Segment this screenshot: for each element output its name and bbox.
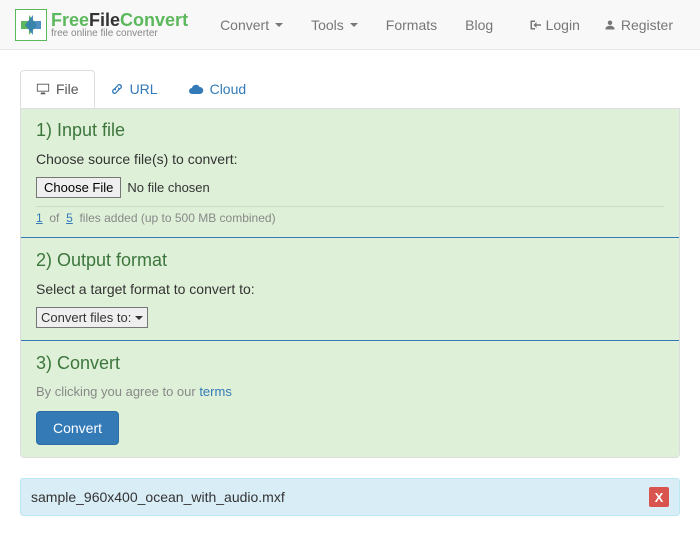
- no-file-label: No file chosen: [127, 180, 209, 195]
- navbar: FreeFileConvert free online file convert…: [0, 0, 700, 50]
- chevron-down-icon: [135, 314, 143, 322]
- file-input-row: Choose File No file chosen: [36, 177, 664, 198]
- section-convert: 3) Convert By clicking you agree to our …: [21, 340, 679, 457]
- link-icon: [110, 82, 124, 96]
- login-icon: [529, 19, 541, 31]
- step2-title: 2) Output format: [36, 250, 664, 271]
- desktop-icon: [36, 82, 50, 96]
- section-input: 1) Input file Choose source file(s) to c…: [21, 108, 679, 237]
- file-bar: sample_960x400_ocean_with_audio.mxf X: [20, 478, 680, 516]
- caret-icon: [275, 23, 283, 27]
- nav-blog[interactable]: Blog: [453, 2, 505, 48]
- tabs: File URL Cloud: [20, 70, 680, 109]
- logo-icon: [15, 9, 47, 41]
- remove-file-button[interactable]: X: [649, 487, 669, 507]
- step1-instr: Choose source file(s) to convert:: [36, 151, 664, 167]
- convert-button[interactable]: Convert: [36, 411, 119, 445]
- caret-icon: [350, 23, 358, 27]
- choose-file-button[interactable]: Choose File: [36, 177, 121, 198]
- file-name: sample_960x400_ocean_with_audio.mxf: [31, 489, 285, 505]
- nav-register[interactable]: Register: [592, 2, 685, 48]
- format-select[interactable]: Convert files to:: [36, 307, 148, 328]
- nav-formats[interactable]: Formats: [374, 2, 449, 48]
- nav-right: Login Register: [517, 2, 685, 48]
- logo-text: FreeFileConvert free online file convert…: [51, 11, 188, 39]
- tab-url[interactable]: URL: [95, 70, 173, 108]
- nav-tools[interactable]: Tools: [299, 2, 370, 48]
- step1-title: 1) Input file: [36, 120, 664, 141]
- section-output: 2) Output format Select a target format …: [21, 237, 679, 340]
- terms-line: By clicking you agree to our terms: [36, 384, 664, 399]
- tab-cloud[interactable]: Cloud: [173, 70, 262, 108]
- user-icon: [604, 19, 616, 31]
- step2-instr: Select a target format to convert to:: [36, 281, 664, 297]
- quota-line: 1 of 5 files added (up to 500 MB combine…: [36, 206, 664, 225]
- tab-file[interactable]: File: [20, 70, 95, 108]
- panel: 1) Input file Choose source file(s) to c…: [20, 108, 680, 458]
- nav-convert[interactable]: Convert: [208, 2, 295, 48]
- cloud-icon: [188, 82, 204, 96]
- step3-title: 3) Convert: [36, 353, 664, 374]
- terms-link[interactable]: terms: [199, 384, 232, 399]
- nav-login[interactable]: Login: [517, 2, 592, 48]
- nav-left: Convert Tools Formats Blog: [208, 2, 505, 48]
- file-bar-wrap: sample_960x400_ocean_with_audio.mxf X: [0, 478, 700, 536]
- logo[interactable]: FreeFileConvert free online file convert…: [15, 9, 188, 41]
- main: File URL Cloud 1) Input file Choose sour…: [0, 50, 700, 478]
